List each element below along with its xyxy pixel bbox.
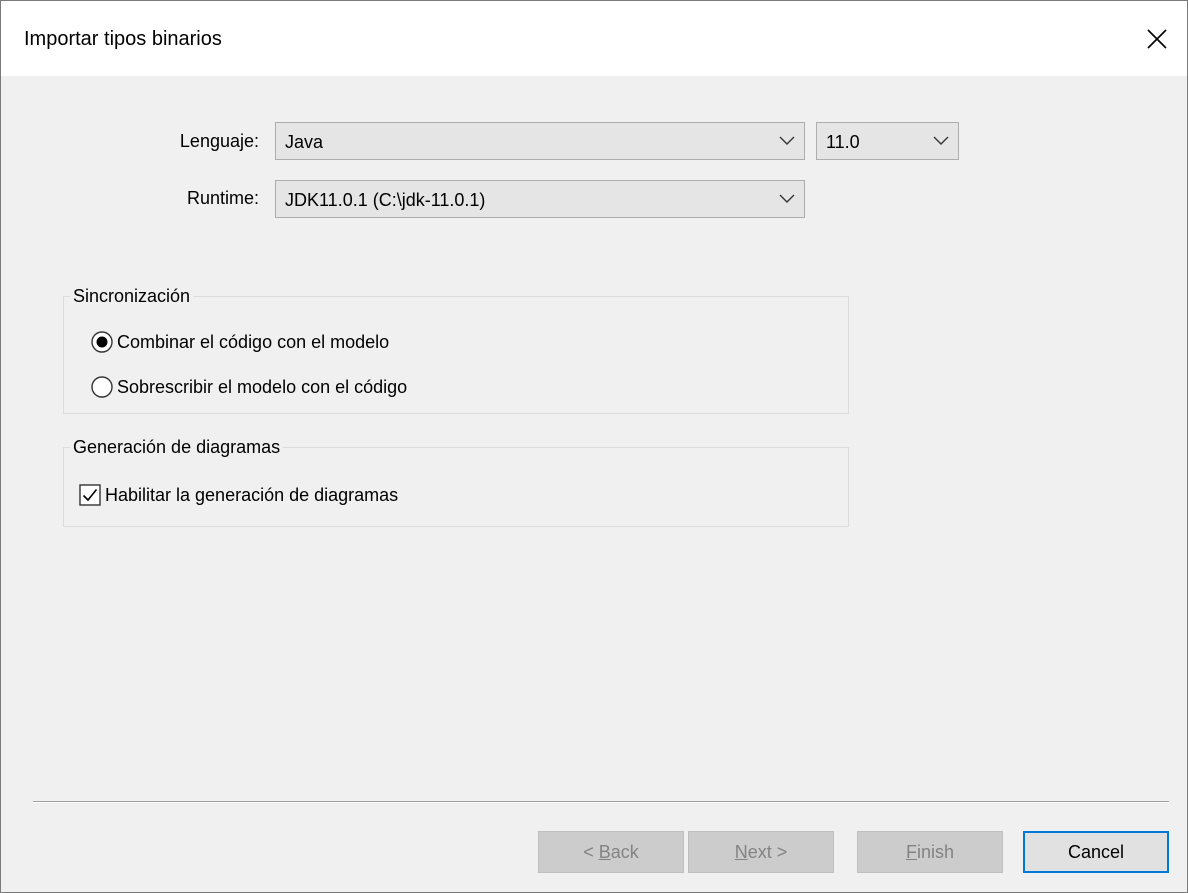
back-button[interactable]: < Back xyxy=(538,831,684,873)
language-label: Lenguaje: xyxy=(179,131,259,151)
dialog-window: Importar tipos binarios Lenguaje: Java 1… xyxy=(0,0,1188,893)
language-value: Java xyxy=(285,132,324,152)
back-button-label: < Back xyxy=(583,841,639,862)
sync-groupbox: Sincronización Combinar el código con el… xyxy=(63,286,849,414)
radio-selected-icon xyxy=(91,331,113,353)
dialog-title: Importar tipos binarios xyxy=(24,28,222,50)
footer-separator xyxy=(33,801,1169,803)
runtime-value: JDK11.0.1 (C:\jdk-11.0.1) xyxy=(285,190,486,210)
chevron-down-icon xyxy=(779,194,795,203)
diagram-group-title: Generación de diagramas xyxy=(70,437,284,458)
language-select[interactable]: Java xyxy=(275,122,805,160)
next-button-label: Next > xyxy=(734,841,788,862)
radio-merge-label: Combinar el código con el modelo xyxy=(117,331,390,352)
diagram-checkbox[interactable]: Habilitar la generación de diagramas xyxy=(78,483,398,507)
radio-overwrite[interactable]: Sobrescribir el modelo con el código xyxy=(90,375,407,399)
chevron-down-icon xyxy=(933,136,949,145)
checkbox-checked-icon xyxy=(79,484,101,506)
title-bar: Importar tipos binarios xyxy=(1,1,1187,76)
language-version-select[interactable]: 11.0 xyxy=(816,122,959,160)
language-version-value: 11.0 xyxy=(826,132,860,152)
runtime-label: Runtime: xyxy=(186,188,259,208)
chevron-down-icon xyxy=(779,136,795,145)
close-button[interactable] xyxy=(1127,1,1187,76)
radio-overwrite-label: Sobrescribir el modelo con el código xyxy=(117,376,408,397)
radio-merge[interactable]: Combinar el código con el modelo xyxy=(90,330,389,354)
finish-button[interactable]: Finish xyxy=(857,831,1003,873)
close-icon xyxy=(1147,28,1167,49)
finish-button-label: Finish xyxy=(905,841,955,862)
next-button[interactable]: Next > xyxy=(688,831,834,873)
runtime-select[interactable]: JDK11.0.1 (C:\jdk-11.0.1) xyxy=(275,180,805,218)
cancel-button-label: Cancel xyxy=(1067,841,1125,862)
diagram-checkbox-label: Habilitar la generación de diagramas xyxy=(105,484,399,505)
diagram-groupbox: Generación de diagramas Habilitar la gen… xyxy=(63,437,849,527)
sync-group-title: Sincronización xyxy=(70,286,194,307)
cancel-button[interactable]: Cancel xyxy=(1023,831,1169,873)
radio-unselected-icon xyxy=(91,376,113,398)
